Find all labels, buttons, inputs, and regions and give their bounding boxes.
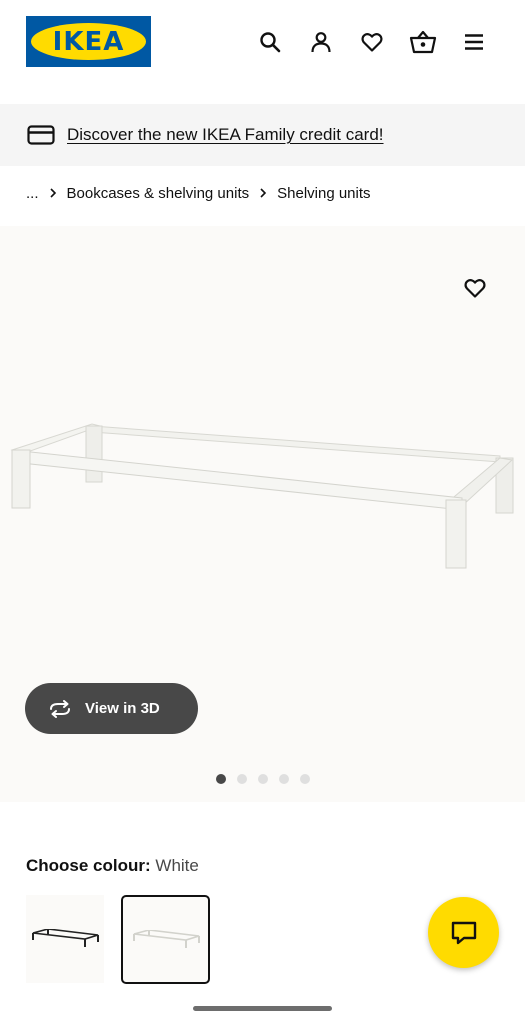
breadcrumb-ellipsis[interactable]: ...	[26, 185, 39, 202]
search-icon[interactable]	[256, 28, 284, 56]
colour-swatches	[26, 895, 210, 984]
breadcrumb-bookcases[interactable]: Bookcases & shelving units	[67, 185, 250, 202]
shopping-bag-icon[interactable]	[409, 28, 437, 56]
credit-card-icon	[27, 125, 55, 145]
add-to-favourites-icon[interactable]	[461, 274, 489, 302]
header: IKEA	[0, 0, 525, 104]
colour-label: Choose colour:	[26, 856, 151, 875]
image-pagination	[216, 774, 310, 784]
ikea-logo[interactable]: IKEA	[26, 16, 151, 67]
menu-icon[interactable]	[460, 28, 488, 56]
breadcrumb: ... Bookcases & shelving units Shelving …	[26, 183, 371, 203]
view-in-3d-button[interactable]: View in 3D	[25, 683, 198, 734]
colour-swatch-black[interactable]	[26, 895, 104, 983]
chat-button[interactable]	[428, 897, 499, 968]
pagination-dot[interactable]	[300, 774, 310, 784]
pagination-dot[interactable]	[216, 774, 226, 784]
promo-banner: Discover the new IKEA Family credit card…	[0, 104, 525, 166]
colour-value: White	[155, 856, 199, 875]
3d-rotate-icon	[50, 699, 70, 718]
credit-card-link[interactable]: Discover the new IKEA Family credit card…	[67, 125, 384, 145]
chat-icon	[451, 921, 476, 944]
colour-heading: Choose colour: White	[26, 856, 199, 876]
breadcrumb-shelving-units[interactable]: Shelving units	[277, 185, 370, 202]
pagination-dot[interactable]	[258, 774, 268, 784]
pagination-dot[interactable]	[279, 774, 289, 784]
chevron-right-icon	[49, 188, 57, 198]
chevron-right-icon	[259, 188, 267, 198]
logo-oval: IKEA	[31, 23, 146, 60]
favourites-icon[interactable]	[358, 28, 386, 56]
product-gallery[interactable]: View in 3D	[0, 226, 525, 802]
account-icon[interactable]	[307, 28, 335, 56]
home-indicator[interactable]	[193, 1006, 332, 1011]
pagination-dot[interactable]	[237, 774, 247, 784]
view-in-3d-label: View in 3D	[85, 700, 160, 717]
colour-swatch-white[interactable]	[121, 895, 210, 984]
logo-text: IKEA	[52, 26, 125, 57]
product-image	[10, 423, 514, 569]
